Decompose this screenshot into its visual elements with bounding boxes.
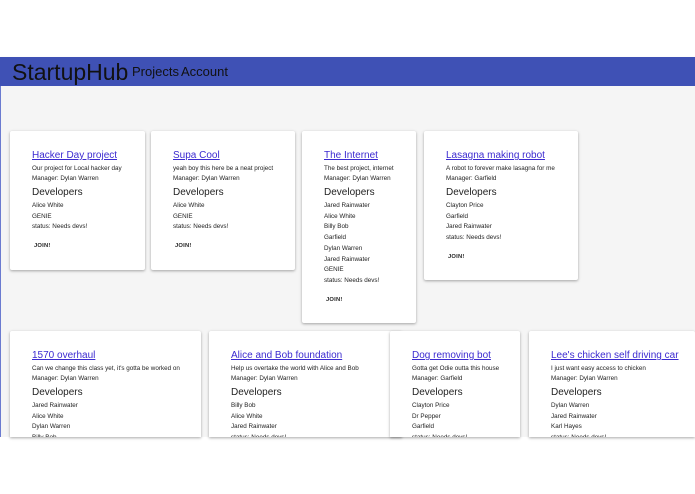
top-margin [0, 0, 695, 57]
join-button[interactable]: JOIN! [324, 295, 344, 305]
join-button[interactable]: JOIN! [32, 241, 52, 251]
project-title-link[interactable]: Hacker Day project [32, 150, 137, 162]
project-manager: Manager: Dylan Warren [32, 175, 99, 182]
developer-name: Billy Bob [32, 433, 193, 437]
developer-name: Billy Bob [231, 402, 256, 409]
developer-name: Dylan Warren [551, 402, 590, 409]
developer-name: GENIE [324, 266, 344, 274]
project-status: status: Needs devs! [173, 223, 229, 231]
project-card: Alice and Bob foundation Help us overtake… [209, 331, 402, 437]
bottom-margin [0, 437, 695, 494]
project-manager: Manager: Dylan Warren [231, 375, 298, 382]
developer-name: Alice White [173, 202, 205, 209]
developer-name: Garfield [412, 423, 435, 431]
developer-name: GENIE [32, 212, 52, 220]
project-description: A robot to forever make lasagna for me [446, 165, 555, 172]
project-manager: Manager: Dylan Warren [173, 175, 240, 182]
developer-name: Jared Rainwater [324, 202, 370, 209]
developer-name: Karl Hayes [551, 423, 582, 431]
developer-name: Jared Rainwater [551, 412, 597, 420]
project-description: yeah boy this here be a neat project [173, 165, 274, 172]
project-manager: Manager: Dylan Warren [551, 375, 618, 382]
project-status: status: Needs devs! [446, 234, 502, 242]
navbar: StartupHub Projects Account [0, 57, 695, 86]
developer-name: Alice White [32, 202, 64, 209]
developers-heading: Developers [231, 387, 282, 398]
developers-heading: Developers [446, 187, 497, 198]
project-status: status: Needs devs! [231, 433, 394, 437]
developer-name: Billy Bob [324, 223, 349, 231]
project-title-link[interactable]: Lasagna making robot [446, 150, 570, 162]
project-card: 1570 overhaul Can we change this class ye… [10, 331, 201, 437]
project-title-link[interactable]: 1570 overhaul [32, 350, 193, 362]
project-card: Supa Cool yeah boy this here be a neat pr… [151, 131, 295, 270]
join-button[interactable]: JOIN! [446, 252, 466, 262]
join-button[interactable]: JOIN! [173, 241, 193, 251]
developer-name: Clayton Price [412, 402, 450, 409]
developer-name: Alice White [231, 412, 263, 420]
project-card: The Internet The best project, internet Ma… [302, 131, 416, 323]
developers-heading: Developers [32, 387, 83, 398]
project-manager: Manager: Garfield [446, 175, 497, 182]
nav-link-account[interactable]: Account [181, 64, 228, 80]
project-card: Hacker Day project Our project for Local … [10, 131, 145, 270]
project-title-link[interactable]: Supa Cool [173, 150, 287, 162]
developers-heading: Developers [173, 187, 224, 198]
project-title-link[interactable]: Dog removing bot [412, 350, 512, 362]
project-description: Can we change this class yet, it's gotta… [32, 365, 180, 372]
project-manager: Manager: Dylan Warren [32, 375, 99, 382]
developer-name: Alice White [324, 212, 356, 220]
developer-name: Jared Rainwater [324, 255, 370, 263]
project-card: Lasagna making robot A robot to forever m… [424, 131, 578, 280]
project-status: status: Needs devs! [32, 223, 88, 231]
developer-name: Garfield [446, 212, 469, 220]
developer-name: GENIE [173, 212, 193, 220]
developers-heading: Developers [412, 387, 463, 398]
developer-name: Clayton Price [446, 202, 484, 209]
project-status: status: Needs devs! [324, 276, 380, 284]
project-description: Help us overtake the world with Alice an… [231, 365, 359, 372]
project-description: Our project for Local hacker day [32, 165, 122, 172]
developer-name: Dr Pepper [412, 412, 441, 420]
developer-name: Alice White [32, 412, 64, 420]
project-description: Gotta get Odie outta this house [412, 365, 500, 372]
developer-name: Jared Rainwater [32, 402, 78, 409]
project-description: The best project, internet [324, 165, 394, 172]
nav-link-projects[interactable]: Projects [132, 64, 179, 80]
project-title-link[interactable]: The Internet [324, 150, 408, 162]
project-status: status: Needs devs! [551, 433, 687, 437]
project-card: Lee's chicken self driving car I just wan… [529, 331, 695, 437]
developer-name: Dylan Warren [32, 423, 71, 431]
developers-heading: Developers [324, 187, 375, 198]
project-title-link[interactable]: Alice and Bob foundation [231, 350, 394, 362]
developer-name: Dylan Warren [324, 244, 363, 252]
project-description: I just want easy access to chicken [551, 365, 646, 372]
developers-heading: Developers [551, 387, 602, 398]
developer-name: Jared Rainwater [446, 223, 492, 231]
developer-name: Jared Rainwater [231, 423, 277, 431]
project-card: Dog removing bot Gotta get Odie outta thi… [390, 331, 520, 437]
developers-heading: Developers [32, 187, 83, 198]
project-manager: Manager: Dylan Warren [324, 175, 391, 182]
brand-logo[interactable]: StartupHub [12, 58, 128, 86]
project-title-link[interactable]: Lee's chicken self driving car [551, 350, 687, 362]
project-status: status: Needs devs! [412, 433, 512, 437]
developer-name: Garfield [324, 234, 347, 242]
project-manager: Manager: Garfield [412, 375, 463, 382]
